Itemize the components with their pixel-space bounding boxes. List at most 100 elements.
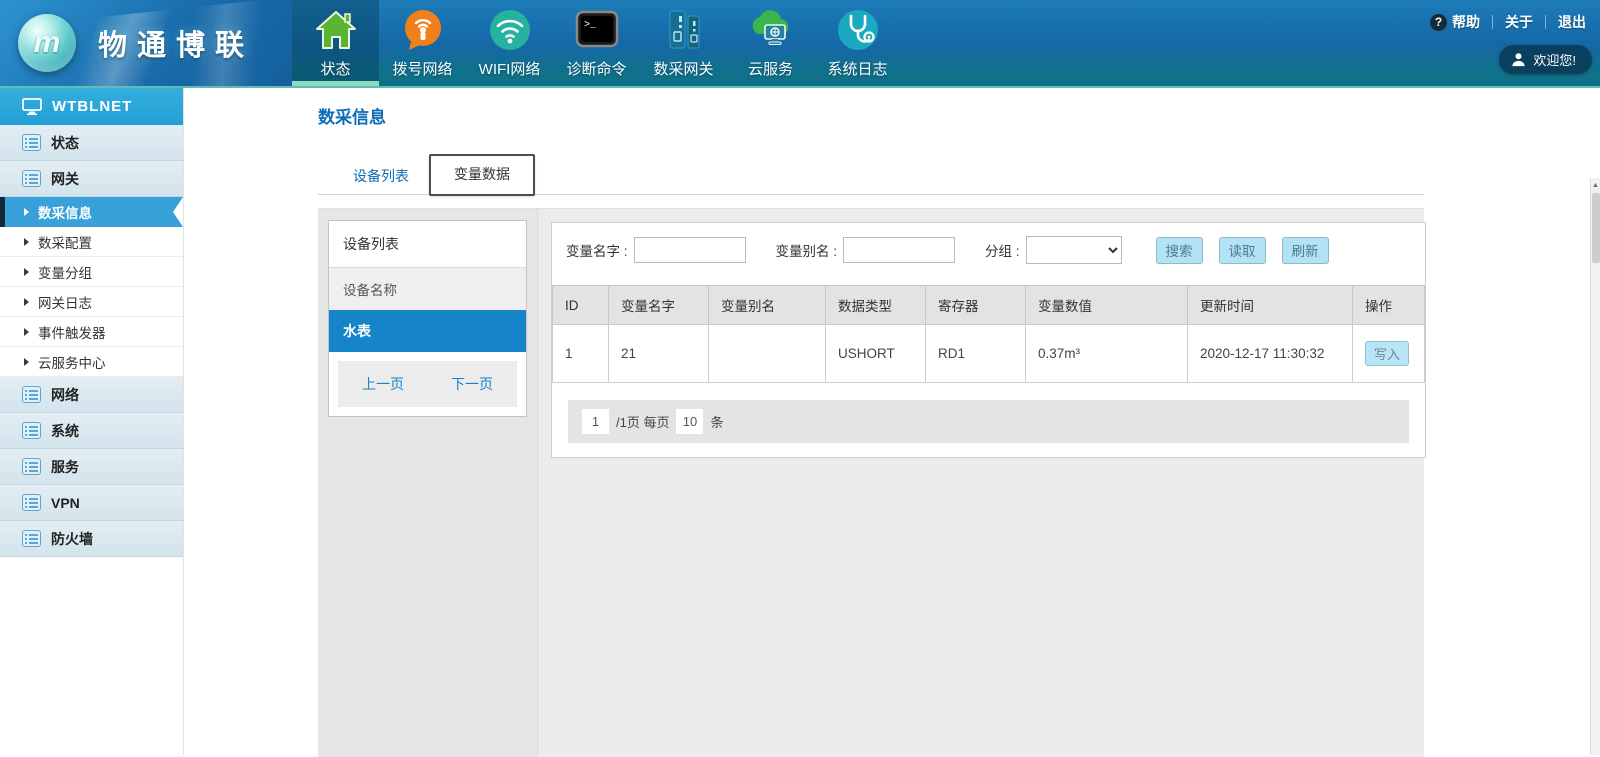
- nav-label: 云服务: [748, 58, 793, 79]
- about-link[interactable]: 关于: [1505, 12, 1533, 32]
- nav-label: 拨号网络: [392, 58, 452, 79]
- table-row: 1 21 USHORT RD1 0.37m³ 2020-12-17 11:30:…: [553, 325, 1425, 383]
- device-row-water-meter[interactable]: 水表: [329, 310, 526, 352]
- list-icon: [22, 494, 41, 511]
- read-button[interactable]: 读取: [1219, 237, 1266, 264]
- cloud-service-icon: [748, 7, 794, 53]
- page-size-input[interactable]: [676, 409, 703, 434]
- welcome-badge[interactable]: 欢迎您!: [1499, 45, 1592, 74]
- col-header-register: 寄存器: [926, 286, 1026, 325]
- sidebar-item-service[interactable]: 服务: [0, 449, 183, 485]
- col-header-updated: 更新时间: [1188, 286, 1353, 325]
- col-header-name: 变量名字: [609, 286, 709, 325]
- sidebar-item-label: 状态: [51, 133, 79, 153]
- page-count-text: /1页 每页: [616, 412, 669, 431]
- write-button[interactable]: 写入: [1365, 341, 1409, 366]
- col-header-action: 操作: [1353, 286, 1425, 325]
- about-label: 关于: [1505, 12, 1533, 32]
- scroll-up-icon[interactable]: ▲: [1591, 178, 1600, 192]
- scrollbar-thumb[interactable]: [1592, 193, 1600, 263]
- vertical-scrollbar[interactable]: ▲: [1590, 178, 1600, 755]
- list-icon: [22, 134, 41, 151]
- logo-area: m 物通博联: [0, 0, 292, 86]
- tab-variable-data[interactable]: 变量数据: [429, 154, 535, 196]
- device-pager: 上一页 下一页: [338, 361, 517, 407]
- table-header-row: ID 变量名字 变量别名 数据类型 寄存器 变量数值 更新时间 操作: [553, 286, 1425, 325]
- tab-bar: 设备列表 变量数据: [318, 158, 1424, 195]
- main-content: 数采信息 设备列表 变量数据 设备列表 设备名称 水表 上一页 下一页: [184, 88, 1600, 755]
- nav-item-diagnostic-command[interactable]: >_ 诊断命令: [553, 0, 640, 86]
- nav-label: 诊断命令: [566, 58, 626, 79]
- sidebar-item-firewall[interactable]: 防火墙: [0, 521, 183, 557]
- sidebar-subitem-gateway-log[interactable]: 网关日志: [0, 287, 183, 317]
- top-nav: 状态 拨号网络 WIFI网络 >_ 诊断命令 数采网关: [292, 0, 901, 86]
- table-pagination: /1页 每页 条: [568, 400, 1409, 443]
- nav-item-dial-network[interactable]: 拨号网络: [379, 0, 466, 86]
- caret-right-icon: [24, 298, 29, 306]
- cell-name: 21: [609, 325, 709, 383]
- col-header-type: 数据类型: [826, 286, 926, 325]
- sidebar-subitem-label: 数采配置: [38, 232, 92, 252]
- nav-item-wifi-network[interactable]: WIFI网络: [466, 0, 553, 86]
- col-header-value: 变量数值: [1026, 286, 1188, 325]
- list-icon: [22, 422, 41, 439]
- group-select[interactable]: [1026, 236, 1122, 264]
- caret-right-icon: [24, 358, 29, 366]
- sidebar: WTBLNET 状态 网关 数采信息 数采配置 变量分组 网关日志 事件触: [0, 88, 184, 755]
- variable-name-input[interactable]: [634, 237, 746, 263]
- sidebar-item-label: 服务: [51, 457, 79, 477]
- caret-right-icon: [24, 268, 29, 276]
- variable-data-panel: 变量名字 : 变量别名 : 分组 : 搜索 读取 刷新: [551, 222, 1426, 458]
- help-label: 帮助: [1452, 12, 1480, 32]
- sidebar-subitem-data-info[interactable]: 数采信息: [0, 197, 183, 227]
- gateway-icon: [661, 7, 707, 53]
- sidebar-subitem-cloud-center[interactable]: 云服务中心: [0, 347, 183, 377]
- nav-item-system-log[interactable]: 系统日志: [814, 0, 901, 86]
- dial-network-icon: [400, 7, 446, 53]
- col-header-alias: 变量别名: [709, 286, 826, 325]
- nav-item-data-gateway[interactable]: 数采网关: [640, 0, 727, 86]
- logout-label: 退出: [1558, 12, 1586, 32]
- help-link[interactable]: ? 帮助: [1430, 12, 1480, 32]
- tab-device-list[interactable]: 设备列表: [333, 158, 429, 194]
- sidebar-subitem-label: 云服务中心: [38, 352, 106, 372]
- col-header-id: ID: [553, 286, 609, 325]
- logout-link[interactable]: 退出: [1558, 12, 1586, 32]
- sidebar-item-system[interactable]: 系统: [0, 413, 183, 449]
- sidebar-item-gateway[interactable]: 网关: [0, 161, 183, 197]
- page-size-suffix: 条: [710, 412, 723, 431]
- search-button[interactable]: 搜索: [1156, 237, 1203, 264]
- link-divider: [1545, 15, 1546, 29]
- brand-name: 物通博联: [98, 22, 254, 64]
- sidebar-subitem-event-trigger[interactable]: 事件触发器: [0, 317, 183, 347]
- prev-page-link[interactable]: 上一页: [362, 374, 404, 394]
- sidebar-title-label: WTBLNET: [52, 98, 132, 115]
- nav-item-status[interactable]: 状态: [292, 0, 379, 86]
- group-label: 分组 :: [985, 240, 1020, 260]
- welcome-text: 欢迎您!: [1533, 50, 1576, 69]
- refresh-button[interactable]: 刷新: [1282, 237, 1329, 264]
- sidebar-item-network[interactable]: 网络: [0, 377, 183, 413]
- variable-alias-input[interactable]: [843, 237, 955, 263]
- cell-action: 写入: [1353, 325, 1425, 383]
- device-list-column: 设备列表 设备名称 水表 上一页 下一页: [318, 209, 538, 757]
- sidebar-subitem-variable-group[interactable]: 变量分组: [0, 257, 183, 287]
- home-icon: [313, 7, 359, 53]
- nav-item-cloud-service[interactable]: 云服务: [727, 0, 814, 86]
- user-icon: [1511, 52, 1526, 67]
- caret-right-icon: [24, 328, 29, 336]
- nav-label: WIFI网络: [479, 58, 541, 79]
- cell-updated: 2020-12-17 11:30:32: [1188, 325, 1353, 383]
- sidebar-subitem-data-config[interactable]: 数采配置: [0, 227, 183, 257]
- next-page-link[interactable]: 下一页: [451, 374, 493, 394]
- brand-logo-mark: m: [34, 26, 61, 60]
- sidebar-item-label: 网络: [51, 385, 79, 405]
- sidebar-item-vpn[interactable]: VPN: [0, 485, 183, 521]
- sidebar-item-status[interactable]: 状态: [0, 125, 183, 161]
- device-name-header: 设备名称: [329, 267, 526, 310]
- page-number-input[interactable]: [582, 409, 609, 434]
- cell-register: RD1: [926, 325, 1026, 383]
- content-container: 设备列表 设备名称 水表 上一页 下一页 变量名字 :: [318, 208, 1424, 757]
- terminal-icon: >_: [574, 7, 620, 53]
- variable-data-area: 变量名字 : 变量别名 : 分组 : 搜索 读取 刷新: [538, 209, 1439, 757]
